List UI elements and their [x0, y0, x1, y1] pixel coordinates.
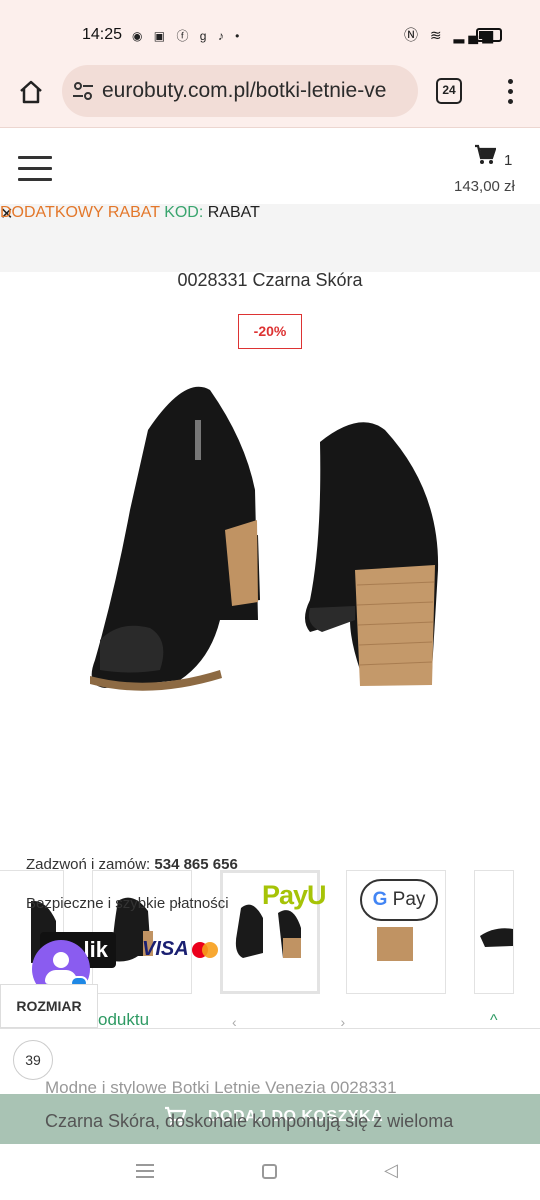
- promo-code: RABAT: [207, 204, 260, 221]
- mastercard-logo-right: [202, 942, 218, 958]
- phone-number[interactable]: 534 865 656: [154, 856, 237, 873]
- section-heading-partial: oduktu: [98, 1010, 150, 1029]
- home-icon[interactable]: [18, 79, 44, 105]
- notification-icons: ◉ ▣ ⓕ ɡ ♪ •: [132, 29, 244, 43]
- promo-text: DODATKOWY RABAT KOD: RABAT: [0, 204, 260, 222]
- call-text: Zadzwoń i zamów:: [26, 856, 151, 873]
- discount-badge: -20%: [238, 314, 302, 349]
- product-title: 0028331 Czarna Skóra: [177, 270, 363, 290]
- url-bar[interactable]: eurobuty.com.pl/botki-letnie-ve: [62, 65, 418, 117]
- more-menu-icon[interactable]: [503, 79, 517, 105]
- back-icon[interactable]: ◁: [384, 1160, 398, 1181]
- size-option[interactable]: 39: [13, 1040, 53, 1080]
- cart-count[interactable]: 1: [504, 152, 512, 169]
- payments-text: Bezpieczne i szybkie płatności: [26, 895, 229, 912]
- call-to-order: Zadzwoń i zamów: 534 865 656: [26, 856, 238, 873]
- home-button-icon[interactable]: [262, 1164, 277, 1179]
- payu-logo: PayU: [262, 880, 327, 910]
- cart-icon[interactable]: [474, 144, 496, 166]
- url-text: eurobuty.com.pl/botki-letnie-ve: [102, 79, 387, 102]
- product-main-image[interactable]: [60, 370, 480, 710]
- recents-icon[interactable]: [136, 1164, 154, 1178]
- promo-label: DODATKOWY RABAT: [0, 204, 160, 221]
- tab-switcher-button[interactable]: 24: [436, 78, 462, 104]
- visa-logo: VISA: [142, 938, 189, 960]
- hamburger-menu-icon[interactable]: [18, 156, 52, 182]
- cart-total[interactable]: 143,00 zł: [454, 178, 515, 195]
- promo-code-label: KOD:: [164, 204, 204, 221]
- google-g-icon: G: [372, 889, 388, 910]
- size-tab[interactable]: ROZMIAR: [0, 984, 98, 1028]
- google-pay-logo: G Pay: [360, 879, 438, 921]
- google-pay-text: Pay: [392, 889, 426, 910]
- thumbnail[interactable]: [474, 870, 514, 994]
- battery-icon: [476, 28, 502, 42]
- site-settings-icon[interactable]: [72, 80, 94, 102]
- status-time: 14:25: [82, 26, 123, 43]
- description-line: Czarna Skóra, doskonale komponują się z …: [45, 1111, 454, 1131]
